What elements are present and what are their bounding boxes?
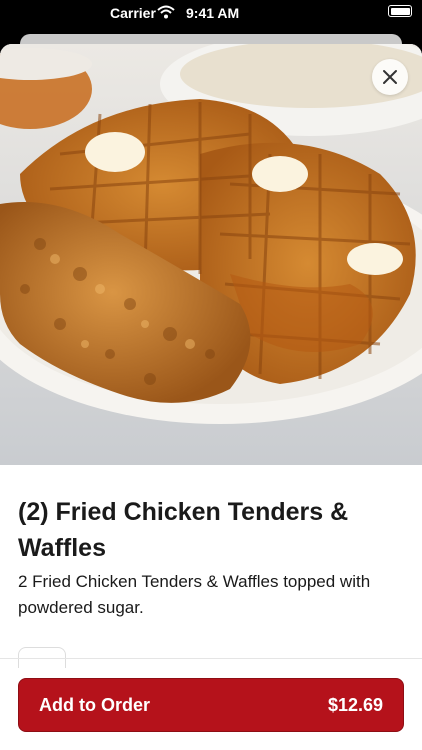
close-icon xyxy=(383,70,397,84)
item-photo xyxy=(0,44,422,465)
add-to-order-button[interactable]: Add to Order $12.69 xyxy=(18,678,404,732)
item-detail-sheet: (2) Fried Chicken Tenders & Waffles 2 Fr… xyxy=(0,44,422,750)
clock: 9:41 AM xyxy=(186,5,240,21)
food-photo xyxy=(0,44,422,465)
footer-divider xyxy=(0,658,422,659)
close-button[interactable] xyxy=(372,59,408,95)
battery-icon xyxy=(388,5,412,17)
status-bar: Carrier 9:41 AM xyxy=(0,0,422,26)
item-title: (2) Fried Chicken Tenders & Waffles xyxy=(18,498,349,562)
carrier-label: Carrier xyxy=(110,5,156,21)
add-to-order-label: Add to Order xyxy=(39,694,150,715)
price-label: $12.69 xyxy=(327,694,383,715)
wifi-icon xyxy=(157,5,175,19)
item-description: 2 Fried Chicken Tenders & Waffles topped… xyxy=(18,572,371,617)
